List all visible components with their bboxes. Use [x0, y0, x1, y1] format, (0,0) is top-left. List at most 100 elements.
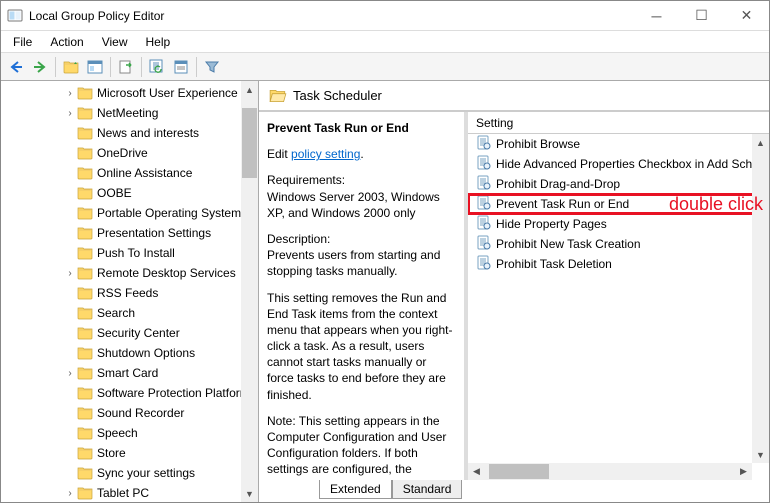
tree-item[interactable]: ›Microsoft User Experience V [1, 83, 258, 103]
tree-item[interactable]: Portable Operating System [1, 203, 258, 223]
tree-item[interactable]: Push To Install [1, 243, 258, 263]
settings-pane: Setting Prohibit BrowseHide Advanced Pro… [468, 112, 769, 480]
scroll-down-icon[interactable]: ▼ [241, 485, 258, 502]
titlebar: Local Group Policy Editor ─ ☐ ✕ [1, 1, 769, 31]
tree-item[interactable]: OOBE [1, 183, 258, 203]
folder-icon [77, 465, 93, 481]
tree-item[interactable]: Search [1, 303, 258, 323]
menu-action[interactable]: Action [42, 33, 91, 51]
back-button[interactable] [5, 56, 27, 78]
tree-item[interactable]: Sound Recorder [1, 403, 258, 423]
tree-item[interactable]: ›Tablet PC [1, 483, 258, 502]
chevron-right-icon[interactable]: › [63, 268, 77, 279]
forward-button[interactable] [29, 56, 51, 78]
tree-item[interactable]: OneDrive [1, 143, 258, 163]
menu-file[interactable]: File [5, 33, 40, 51]
tree-item[interactable]: Speech [1, 423, 258, 443]
scroll-up-icon[interactable]: ▲ [241, 81, 258, 98]
scroll-left-icon[interactable]: ◀ [468, 463, 485, 480]
tree-item[interactable]: Store [1, 443, 258, 463]
setting-label: Prevent Task Run or End [496, 197, 629, 211]
scroll-thumb[interactable] [489, 464, 549, 479]
policy-icon [476, 235, 492, 254]
tree-item-label: RSS Feeds [97, 286, 158, 300]
up-button[interactable] [60, 56, 82, 78]
tree-item-label: Smart Card [97, 366, 158, 380]
edit-policy-link[interactable]: policy setting [291, 147, 360, 161]
tree-item-label: Store [97, 446, 126, 460]
folder-icon [77, 125, 93, 141]
folder-icon [77, 425, 93, 441]
properties-button[interactable] [170, 56, 192, 78]
tree-item[interactable]: › Remote Desktop Services [1, 263, 258, 283]
maximize-button[interactable]: ☐ [679, 1, 724, 31]
folder-icon [77, 405, 93, 421]
tree-item-label: News and interests [97, 126, 199, 140]
chevron-right-icon[interactable]: › [63, 88, 77, 99]
tree-item-label: Push To Install [97, 246, 175, 260]
setting-item[interactable]: Prohibit New Task Creation [468, 234, 769, 254]
chevron-right-icon[interactable]: › [63, 108, 77, 119]
app-window: Local Group Policy Editor ─ ☐ ✕ File Act… [0, 0, 770, 503]
folder-icon [77, 245, 93, 261]
setting-item[interactable]: Hide Advanced Properties Checkbox in Add… [468, 154, 769, 174]
setting-item[interactable]: Hide Property Pages [468, 214, 769, 234]
tree-item[interactable]: Software Protection Platform [1, 383, 258, 403]
show-hide-tree-button[interactable] [84, 56, 106, 78]
description-paragraph-1: This setting removes the Run and End Tas… [267, 290, 456, 403]
settings-list: Prohibit BrowseHide Advanced Properties … [468, 134, 769, 480]
policy-icon [476, 135, 492, 154]
window-title: Local Group Policy Editor [29, 9, 164, 23]
tree-item[interactable]: RSS Feeds [1, 283, 258, 303]
policy-icon [476, 255, 492, 274]
scroll-up-icon[interactable]: ▲ [752, 134, 769, 151]
tree-item[interactable]: Presentation Settings [1, 223, 258, 243]
tree-item[interactable]: ›NetMeeting [1, 103, 258, 123]
content-header: Task Scheduler [259, 81, 769, 111]
tree-item-label: OOBE [97, 186, 132, 200]
scroll-right-icon[interactable]: ▶ [735, 463, 752, 480]
tree-item-label: OneDrive [97, 146, 148, 160]
tree-item[interactable]: Shutdown Options [1, 343, 258, 363]
menu-view[interactable]: View [94, 33, 136, 51]
tree-item-label: Sync your settings [97, 466, 195, 480]
tree-item[interactable]: › Smart Card [1, 363, 258, 383]
tab-standard[interactable]: Standard [392, 480, 463, 499]
right-pane: Task Scheduler Prevent Task Run or End E… [259, 81, 769, 502]
folder-icon [77, 325, 93, 341]
export-button[interactable] [115, 56, 137, 78]
filter-button[interactable] [201, 56, 223, 78]
tree-item-label: Software Protection Platform [97, 386, 250, 400]
chevron-right-icon[interactable]: › [63, 368, 77, 379]
tree-item-label: Portable Operating System [97, 206, 241, 220]
settings-scroll-vertical[interactable]: ▲ ▼ [752, 134, 769, 463]
tree-item[interactable]: Sync your settings [1, 463, 258, 483]
content-title: Task Scheduler [293, 88, 382, 103]
scroll-down-icon[interactable]: ▼ [752, 446, 769, 463]
tree-scroll-vertical[interactable]: ▲▼ [241, 81, 258, 502]
refresh-button[interactable] [146, 56, 168, 78]
setting-item[interactable]: Prohibit Drag-and-Drop [468, 174, 769, 194]
tree-item-label: Presentation Settings [97, 226, 211, 240]
tab-extended[interactable]: Extended [319, 480, 392, 499]
setting-item[interactable]: Prohibit Browse [468, 134, 769, 154]
menu-help[interactable]: Help [138, 33, 179, 51]
tree-item[interactable]: Security Center [1, 323, 258, 343]
requirements-heading: Requirements: [267, 173, 345, 187]
selected-policy-name: Prevent Task Run or End [267, 120, 456, 136]
requirements-value: Windows Server 2003, Windows XP, and Win… [267, 190, 440, 220]
setting-item[interactable]: Prohibit Task Deletion [468, 254, 769, 274]
column-header-setting[interactable]: Setting [468, 112, 769, 134]
folder-icon [77, 145, 93, 161]
tree-item-label: Remote Desktop Services [97, 266, 236, 280]
tree-item[interactable]: News and interests [1, 123, 258, 143]
tree-item[interactable]: Online Assistance [1, 163, 258, 183]
close-button[interactable]: ✕ [724, 1, 769, 31]
folder-icon [77, 485, 93, 501]
chevron-right-icon[interactable]: › [63, 488, 77, 499]
annotation-text: double click [669, 194, 763, 215]
scroll-thumb[interactable] [242, 108, 257, 178]
minimize-button[interactable]: ─ [634, 1, 679, 31]
settings-scroll-horizontal[interactable]: ◀ ▶ [468, 463, 752, 480]
description-value: Prevents users from starting and stoppin… [267, 248, 440, 278]
